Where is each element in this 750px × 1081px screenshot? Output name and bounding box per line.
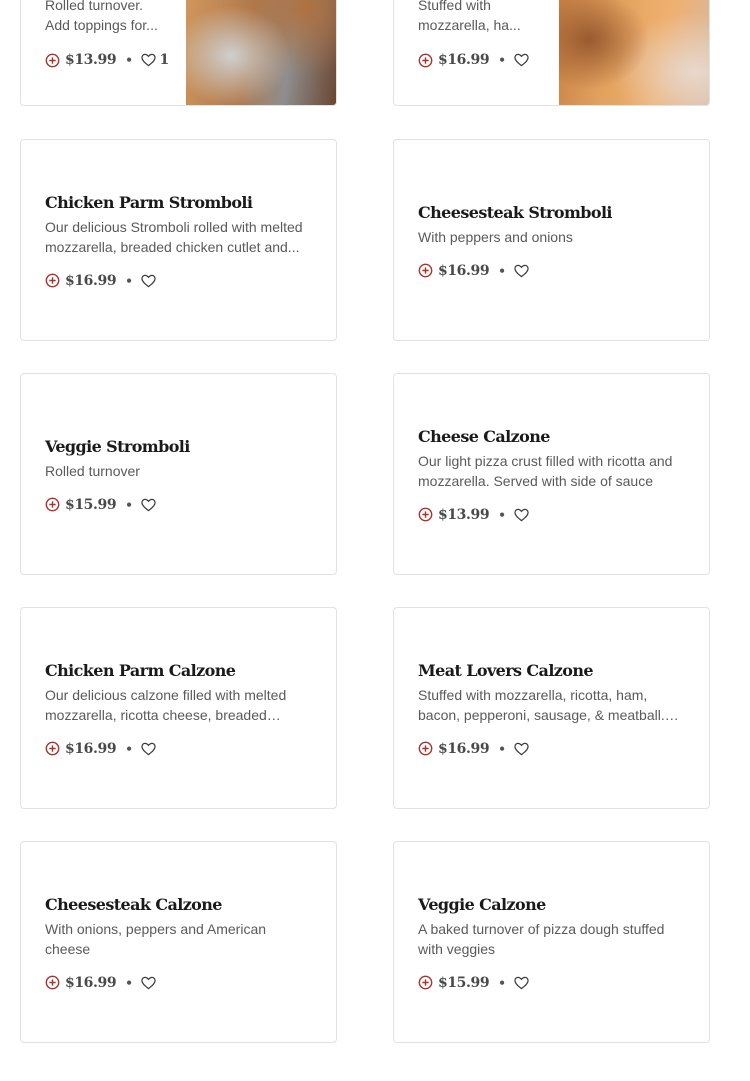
item-photo[interactable] <box>559 0 709 105</box>
separator-dot: • <box>125 497 133 512</box>
menu-item-card[interactable]: Chicken Parm Calzone Our delicious calzo… <box>20 607 337 809</box>
item-price: $13.99 <box>65 52 117 68</box>
favorite-count: 1 <box>159 52 169 68</box>
menu-item-card[interactable]: Veggie Calzone A baked turnover of pizza… <box>393 841 710 1043</box>
menu-item-card[interactable]: Cheesesteak Calzone With onions, peppers… <box>20 841 337 1043</box>
add-to-cart-icon[interactable] <box>418 263 433 278</box>
add-to-cart-icon[interactable] <box>418 975 433 990</box>
item-price: $16.99 <box>65 740 117 757</box>
item-price: $16.99 <box>65 272 117 289</box>
separator-dot: • <box>498 741 506 756</box>
add-to-cart-icon[interactable] <box>45 975 60 990</box>
separator-dot: • <box>498 507 506 522</box>
separator-dot: • <box>125 53 133 67</box>
item-description: With peppers and onions <box>418 228 573 245</box>
separator-dot: • <box>125 273 133 288</box>
item-description: Our delicious calzone filled with melted… <box>45 686 287 723</box>
item-title[interactable]: Veggie Calzone <box>418 894 685 916</box>
item-price: $15.99 <box>438 974 490 991</box>
add-to-cart-icon[interactable] <box>45 273 60 288</box>
item-price: $16.99 <box>65 974 117 991</box>
favorite-heart-icon[interactable] <box>141 976 157 990</box>
add-to-cart-icon[interactable] <box>45 53 60 68</box>
add-to-cart-icon[interactable] <box>45 497 60 512</box>
item-description: Our light pizza crust filled with ricott… <box>418 452 673 489</box>
item-description: Rolled turnover <box>45 462 140 479</box>
item-description: Our delicious Stromboli rolled with melt… <box>45 218 303 255</box>
item-description: Rolled turnover. Add toppings for... <box>45 0 158 33</box>
favorite-heart-icon[interactable] <box>514 53 530 67</box>
favorite-heart-icon[interactable] <box>141 498 157 512</box>
item-price: $16.99 <box>438 52 490 68</box>
item-title[interactable]: Meat Lovers Calzone <box>418 660 685 682</box>
favorite-heart-icon[interactable] <box>514 742 530 756</box>
item-price: $16.99 <box>438 740 490 757</box>
menu-item-card[interactable]: Cheese Calzone Our light pizza crust fil… <box>393 373 710 575</box>
item-title[interactable]: Chicken Parm Calzone <box>45 660 312 682</box>
add-to-cart-icon[interactable] <box>418 741 433 756</box>
menu-item-card[interactable]: Meat Lovers Calzone Stuffed with mozzare… <box>393 607 710 809</box>
favorite-heart-icon[interactable] <box>514 508 530 522</box>
item-title[interactable]: Veggie Stromboli <box>45 436 312 458</box>
item-photo[interactable] <box>186 0 336 105</box>
item-description: Stuffed with mozzarella, ha... <box>418 0 521 33</box>
menu-item-card[interactable]: Chicken Parm Stromboli Our delicious Str… <box>20 139 337 341</box>
menu-item-card[interactable]: Stuffed with mozzarella, ha... $16.99 • <box>393 0 710 106</box>
favorite-heart-icon[interactable] <box>514 264 530 278</box>
item-price: $13.99 <box>438 506 490 523</box>
favorite-heart-icon[interactable] <box>141 53 157 67</box>
separator-dot: • <box>125 975 133 990</box>
item-description: A baked turnover of pizza dough stuffed … <box>418 920 665 957</box>
item-price: $16.99 <box>438 262 490 279</box>
add-to-cart-icon[interactable] <box>418 507 433 522</box>
menu-item-card[interactable]: Rolled turnover. Add toppings for... $13… <box>20 0 337 106</box>
menu-item-card[interactable]: Veggie Stromboli Rolled turnover $15.99 … <box>20 373 337 575</box>
menu-item-card[interactable]: Cheesesteak Stromboli With peppers and o… <box>393 139 710 341</box>
add-to-cart-icon[interactable] <box>418 53 433 68</box>
item-description: With onions, peppers and American cheese <box>45 920 267 957</box>
item-price: $15.99 <box>65 496 117 513</box>
item-description: Stuffed with mozzarella, ricotta, ham, b… <box>418 686 665 723</box>
separator-dot: • <box>125 741 133 756</box>
favorite-heart-icon[interactable] <box>514 976 530 990</box>
item-title[interactable]: Cheesesteak Calzone <box>45 894 312 916</box>
add-to-cart-icon[interactable] <box>45 741 60 756</box>
favorite-heart-icon[interactable] <box>141 274 157 288</box>
item-title[interactable]: Cheesesteak Stromboli <box>418 202 685 224</box>
item-title[interactable]: Cheese Calzone <box>418 426 685 448</box>
favorite-heart-icon[interactable] <box>141 742 157 756</box>
separator-dot: • <box>498 975 506 990</box>
separator-dot: • <box>498 53 506 67</box>
separator-dot: • <box>498 263 506 278</box>
item-title[interactable]: Chicken Parm Stromboli <box>45 192 312 214</box>
